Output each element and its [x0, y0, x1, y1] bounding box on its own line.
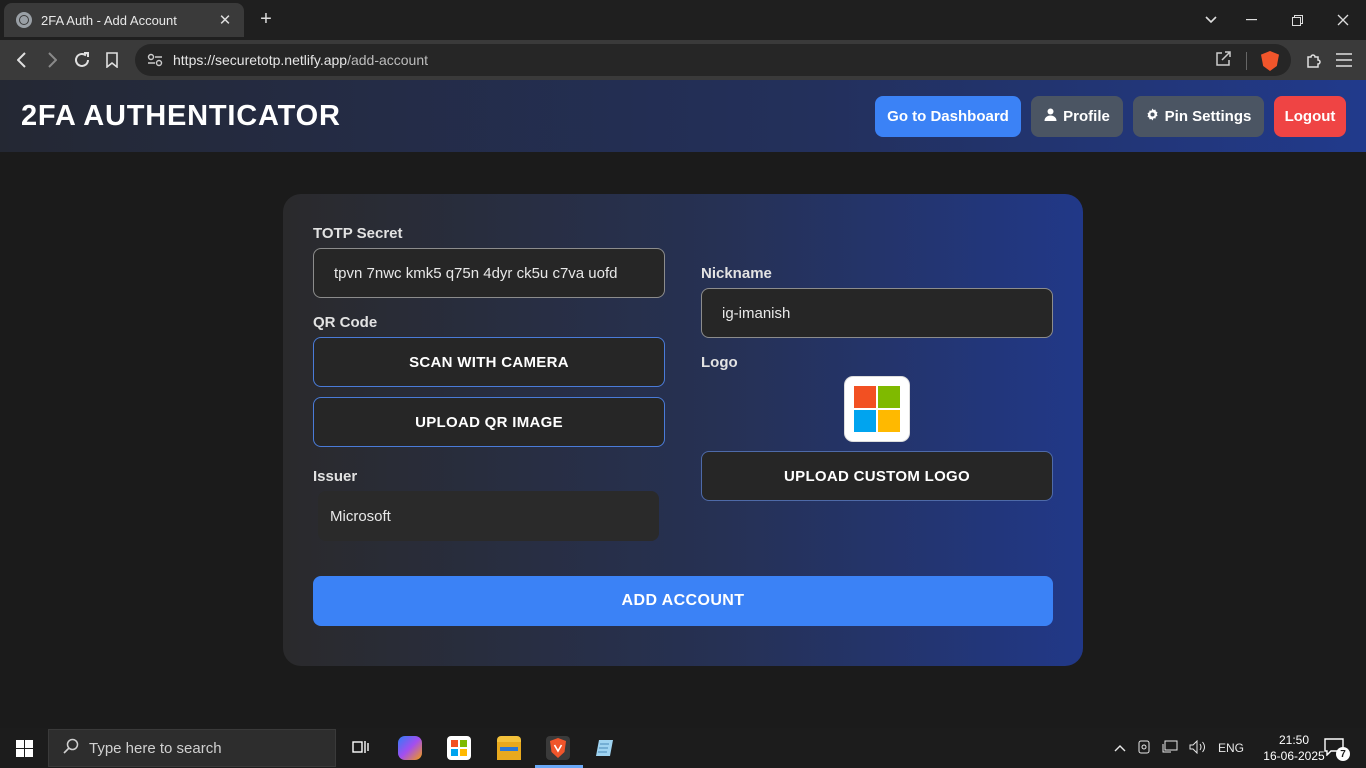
totp-secret-input[interactable]: tpvn 7nwc kmk5 q75n 4dyr ck5u c7va uofd — [313, 248, 665, 298]
brave-shields-icon[interactable] — [1261, 51, 1279, 71]
add-account-card: TOTP Secret tpvn 7nwc kmk5 q75n 4dyr ck5… — [283, 194, 1083, 666]
clock-date: 16-06-2025 — [1263, 749, 1325, 763]
network-icon[interactable] — [1162, 740, 1178, 757]
upload-qr-image-label: UPLOAD QR IMAGE — [415, 413, 563, 431]
totp-secret-value: tpvn 7nwc kmk5 q75n 4dyr ck5u c7va uofd — [334, 264, 618, 282]
reload-icon[interactable] — [70, 48, 94, 72]
taskbar-search-box[interactable]: Type here to search — [48, 729, 336, 767]
globe-icon — [16, 12, 32, 28]
bookmark-icon[interactable] — [100, 48, 124, 72]
restore-icon[interactable] — [1274, 0, 1320, 40]
scan-with-camera-label: SCAN WITH CAMERA — [409, 353, 569, 371]
file-explorer-icon[interactable] — [497, 736, 521, 760]
address-bar[interactable]: https://securetotp.netlify.app/add-accou… — [135, 44, 1291, 76]
extensions-icon[interactable] — [1302, 48, 1326, 72]
notepad-icon[interactable] — [594, 736, 618, 760]
show-hidden-icons-chevron-icon[interactable] — [1114, 741, 1126, 755]
close-window-icon[interactable] — [1320, 0, 1366, 40]
logout-label: Logout — [1284, 108, 1336, 125]
scan-with-camera-button[interactable]: SCAN WITH CAMERA — [313, 337, 665, 387]
add-account-button[interactable]: ADD ACCOUNT — [313, 576, 1053, 626]
logo-square-blue — [854, 410, 876, 432]
menu-icon[interactable] — [1332, 48, 1356, 72]
forward-icon[interactable] — [40, 48, 64, 72]
logo-square-green — [878, 386, 900, 408]
tab-close-icon[interactable]: ✕ — [216, 11, 234, 29]
upload-custom-logo-label: UPLOAD CUSTOM LOGO — [784, 467, 970, 485]
add-account-label: ADD ACCOUNT — [621, 592, 745, 609]
app-header: 2FA AUTHENTICATOR Go to Dashboard Profil… — [0, 80, 1366, 152]
windows-start-icon[interactable] — [16, 740, 33, 757]
new-tab-button[interactable]: + — [256, 8, 276, 30]
back-icon[interactable] — [10, 48, 34, 72]
logo-square-red — [854, 386, 876, 408]
issuer-label: Issuer — [313, 468, 358, 485]
volume-icon[interactable] — [1189, 739, 1207, 757]
profile-label: Profile — [1063, 108, 1110, 125]
clock-time: 21:50 — [1278, 733, 1310, 747]
pin-settings-button[interactable]: Pin Settings — [1133, 96, 1264, 137]
microsoft-store-icon[interactable] — [447, 736, 471, 760]
profile-button[interactable]: Profile — [1031, 96, 1123, 137]
user-icon — [1044, 108, 1057, 125]
site-settings-icon[interactable] — [147, 53, 165, 67]
gear-icon — [1146, 108, 1159, 125]
logout-button[interactable]: Logout — [1274, 96, 1346, 137]
task-view-icon[interactable] — [350, 736, 374, 760]
dashboard-label: Go to Dashboard — [887, 108, 1009, 125]
search-placeholder: Type here to search — [89, 739, 222, 757]
nickname-value: ig-imanish — [722, 304, 791, 322]
browser-tab-strip: 2FA Auth - Add Account ✕ + — [0, 0, 1366, 40]
logo-label: Logo — [701, 354, 738, 371]
notification-badge: 7 — [1336, 747, 1350, 761]
notification-center-icon[interactable]: 7 — [1324, 738, 1350, 761]
language-indicator[interactable]: ENG — [1218, 741, 1244, 755]
url-host: https://securetotp.netlify.app — [173, 52, 348, 68]
issuer-select[interactable]: Microsoft — [318, 491, 659, 541]
system-tray: ENG — [1114, 728, 1244, 768]
pin-settings-label: Pin Settings — [1164, 108, 1252, 125]
taskbar: Type here to search ENG 21:50 16-06-2025 — [0, 728, 1366, 768]
meet-now-icon[interactable] — [1137, 740, 1151, 757]
upload-custom-logo-button[interactable]: UPLOAD CUSTOM LOGO — [701, 451, 1053, 501]
browser-toolbar: https://securetotp.netlify.app/add-accou… — [0, 40, 1366, 80]
divider — [1246, 52, 1247, 70]
go-to-dashboard-button[interactable]: Go to Dashboard — [875, 96, 1021, 137]
qr-code-label: QR Code — [313, 314, 378, 331]
share-icon[interactable] — [1215, 50, 1232, 72]
logo-square-yellow — [878, 410, 900, 432]
brave-browser-icon[interactable] — [546, 736, 570, 760]
app-title: 2FA AUTHENTICATOR — [21, 100, 341, 132]
taskbar-clock[interactable]: 21:50 16-06-2025 — [1262, 732, 1326, 764]
address-bar-actions — [1215, 50, 1279, 72]
minimize-icon[interactable] — [1228, 0, 1274, 40]
upload-qr-image-button[interactable]: UPLOAD QR IMAGE — [313, 397, 665, 447]
issuer-value: Microsoft — [330, 507, 391, 525]
search-icon — [63, 738, 79, 758]
url-text: https://securetotp.netlify.app/add-accou… — [173, 52, 428, 68]
nickname-input[interactable]: ig-imanish — [701, 288, 1053, 338]
microsoft-logo-icon — [845, 377, 909, 441]
nickname-label: Nickname — [701, 265, 772, 282]
copilot-icon[interactable] — [398, 736, 422, 760]
browser-tab[interactable]: 2FA Auth - Add Account ✕ — [4, 3, 244, 37]
url-path: /add-account — [347, 52, 429, 68]
tab-title: 2FA Auth - Add Account — [41, 12, 177, 28]
totp-secret-label: TOTP Secret — [313, 225, 403, 242]
